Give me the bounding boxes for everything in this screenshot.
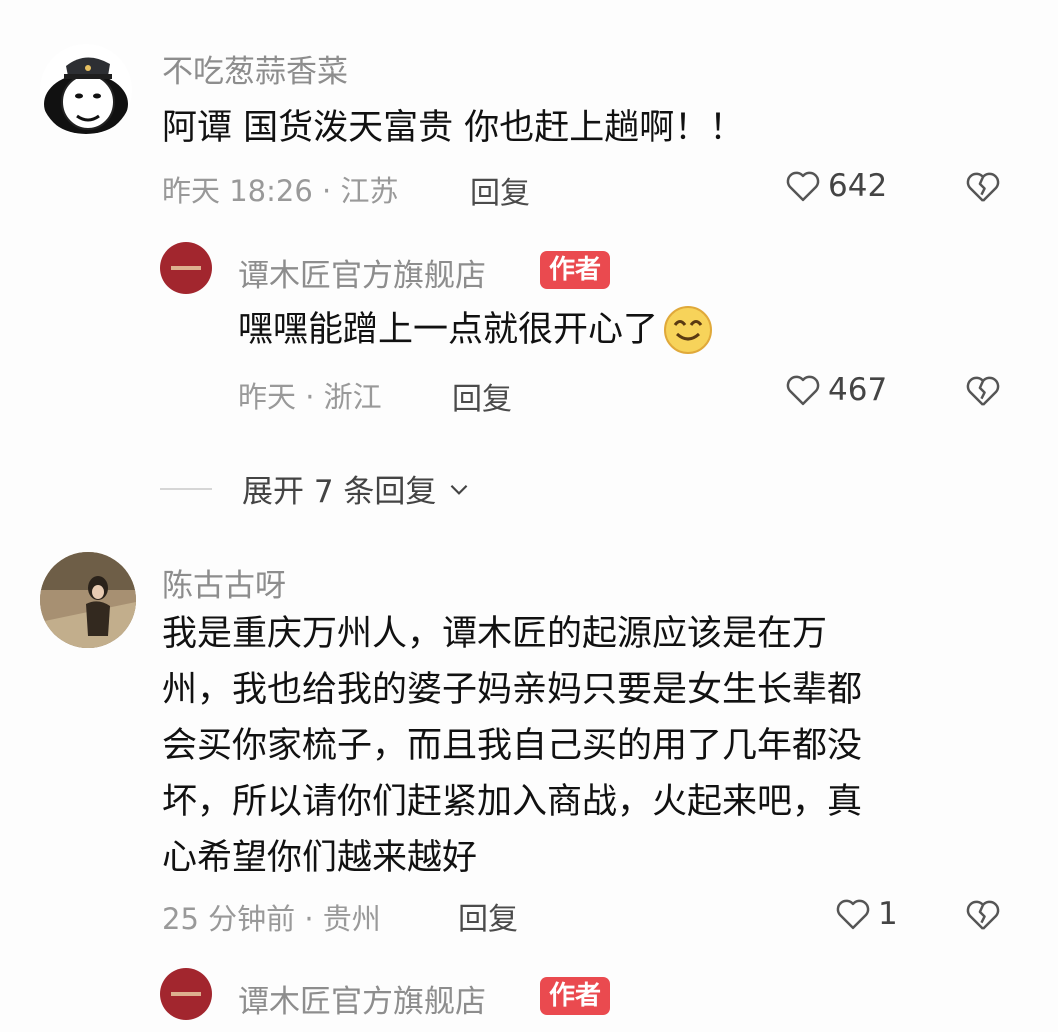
dislike-button[interactable] [964, 374, 1002, 408]
shop-logo-icon [171, 266, 201, 270]
comment-text-line: 州，我也给我的婆子妈亲妈只要是女生长辈都 [162, 670, 863, 710]
like-count: 467 [828, 372, 888, 408]
reply-button[interactable]: 回复 [458, 894, 518, 938]
like-count: 642 [828, 168, 888, 204]
shop-logo-icon [171, 992, 201, 996]
comment-meta: 25 分钟前 · 贵州 [162, 902, 381, 936]
comment-username[interactable]: 陈古古呀 [162, 560, 286, 605]
expand-replies-button[interactable]: 展开 7 条回复 [160, 466, 472, 511]
comment-text-line: 坏，所以请你们赶紧加入商战，火起来吧，真 [162, 782, 863, 822]
broken-heart-icon [966, 900, 1000, 930]
comment-username[interactable]: 谭木匠官方旗舰店 [238, 250, 486, 295]
broken-heart-icon [966, 172, 1000, 202]
like-button[interactable]: 1 [834, 896, 898, 932]
meme-face-icon [44, 57, 128, 134]
expand-replies-label: 展开 7 条回复 [242, 474, 437, 510]
divider [160, 487, 212, 490]
comment-text-line: 心希望你们越来越好 [162, 838, 478, 878]
like-button[interactable]: 642 [784, 168, 887, 204]
heart-icon [786, 171, 820, 202]
comment-text-block: 我是重庆万州人，谭木匠的起源应该是在万 州，我也给我的婆子妈亲妈只要是女生长辈都… [162, 606, 1022, 886]
comment-text-line: 会买你家梳子，而且我自己买的用了几年都没 [162, 726, 863, 766]
avatar[interactable] [160, 968, 212, 1020]
comment-username[interactable]: 不吃葱蒜香菜 [162, 46, 348, 91]
reply-button[interactable]: 回复 [452, 374, 512, 418]
avatar[interactable] [40, 552, 136, 648]
dislike-button[interactable] [964, 898, 1002, 932]
user-photo-icon [40, 552, 136, 648]
comment-text-row: 嘿嘿能蹭上一点就很开心了 [238, 302, 714, 358]
avatar[interactable] [160, 242, 212, 294]
smile-emoji-icon [664, 306, 713, 354]
like-button[interactable]: 467 [784, 372, 887, 408]
chevron-down-icon [451, 484, 468, 495]
author-badge: 作者 [540, 251, 611, 289]
comment-text: 阿谭 国货泼天富贵 你也赶上趟啊！！ [162, 108, 745, 148]
like-count: 1 [878, 896, 898, 932]
comment-username[interactable]: 谭木匠官方旗舰店 [238, 976, 486, 1021]
heart-icon [836, 899, 870, 930]
comment-meta: 昨天 · 浙江 [238, 380, 382, 414]
reply-button[interactable]: 回复 [470, 168, 530, 212]
author-badge: 作者 [540, 977, 611, 1015]
comment-text-line: 我是重庆万州人，谭木匠的起源应该是在万 [162, 614, 828, 654]
comment-meta: 昨天 18:26 · 江苏 [162, 174, 399, 208]
avatar[interactable] [40, 44, 132, 136]
broken-heart-icon [966, 376, 1000, 406]
dislike-button[interactable] [964, 170, 1002, 204]
heart-icon [786, 375, 820, 406]
comment-text: 嘿嘿能蹭上一点就很开心了 [238, 310, 659, 350]
